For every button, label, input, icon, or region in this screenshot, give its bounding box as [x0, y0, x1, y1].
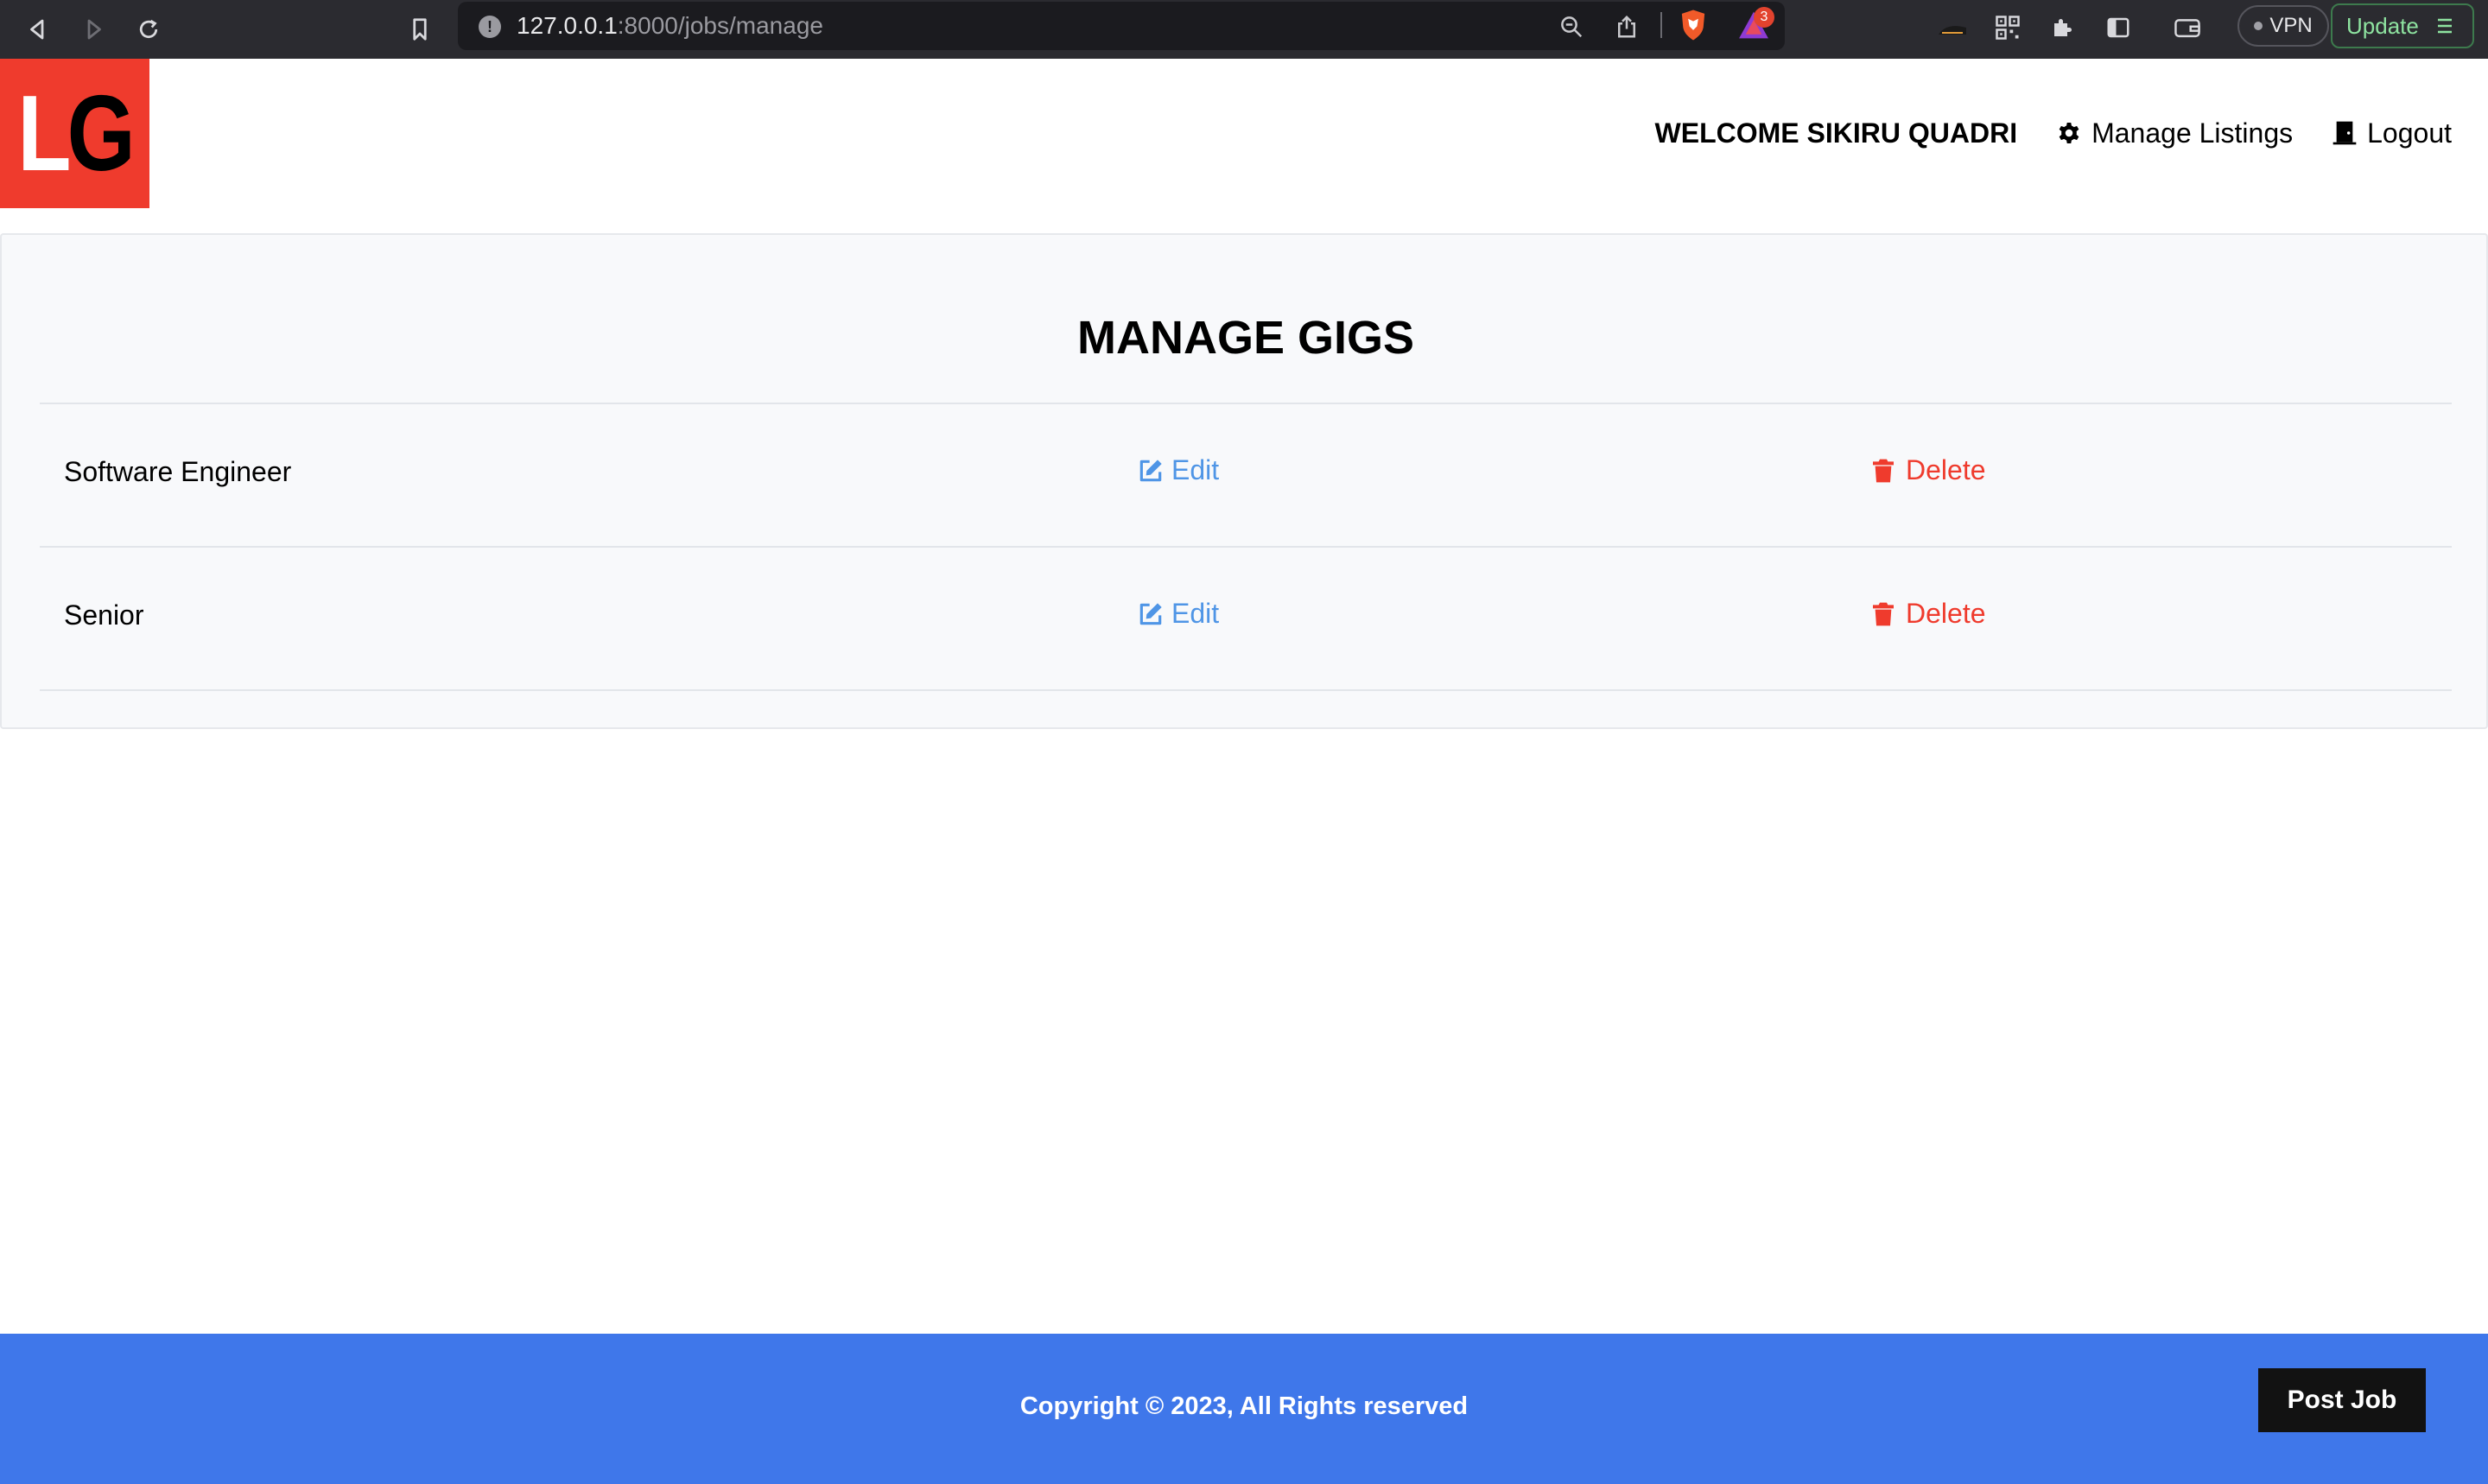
trash-icon: [1873, 602, 1894, 625]
browser-toolbar: ! 127.0.0.1:8000/jobs/manage 3 VPN Updat…: [0, 0, 2488, 59]
extension-icon[interactable]: [1935, 10, 1970, 45]
reload-icon: [139, 19, 158, 39]
delete-gig-link[interactable]: Delete: [1869, 598, 1986, 630]
table-row: Software Engineer Edit Delete: [40, 404, 2452, 548]
edit-gig-link[interactable]: Edit: [1137, 598, 1219, 630]
gig-title[interactable]: Senior: [64, 599, 144, 631]
page-title: MANAGE GIGS: [1076, 312, 1415, 364]
share-icon[interactable]: [1612, 12, 1641, 41]
brave-shields-icon[interactable]: [1678, 9, 1709, 41]
gig-title[interactable]: Software Engineer: [64, 456, 291, 488]
logout-link[interactable]: Logout: [2331, 117, 2452, 149]
site-logo[interactable]: LG: [0, 59, 149, 208]
site-footer: Copyright © 2023, All Rights reserved Po…: [0, 1334, 2488, 1484]
menu-icon: [2437, 18, 2452, 34]
edit-icon: [1139, 459, 1162, 481]
table-row: Senior Edit Delete: [40, 548, 2452, 691]
delete-gig-link[interactable]: Delete: [1869, 454, 1986, 486]
edit-gig-link[interactable]: Edit: [1137, 454, 1219, 486]
logo-text: LG: [17, 73, 136, 193]
rewards-count-badge: 3: [1754, 7, 1774, 28]
bookmark-button[interactable]: [403, 12, 437, 47]
update-button[interactable]: Update: [2331, 3, 2474, 48]
zoom-icon[interactable]: [1557, 12, 1586, 41]
forward-button[interactable]: [76, 12, 111, 47]
address-bar[interactable]: ! 127.0.0.1:8000/jobs/manage: [458, 2, 1785, 50]
gear-icon: [2059, 123, 2079, 143]
vpn-button[interactable]: VPN: [2237, 5, 2329, 47]
door-icon: [2332, 121, 2357, 145]
bookmark-icon: [413, 18, 427, 41]
sidebar-toggle-icon[interactable]: [2101, 10, 2136, 45]
toolbar-divider: [1660, 12, 1662, 38]
trash-icon: [1873, 459, 1894, 482]
url-text: 127.0.0.1:8000/jobs/manage: [517, 12, 823, 39]
gigs-table: Software Engineer Edit Delete Senior Edi…: [40, 403, 2452, 691]
copyright-text: Copyright © 2023, All Rights reserved: [1019, 1392, 1469, 1420]
manage-listings-label: Manage Listings: [2091, 117, 2294, 149]
top-navigation: WELCOME SIKIRU QUADRI Manage Listings Lo…: [1655, 111, 2452, 155]
reload-button[interactable]: [131, 12, 166, 47]
delete-label: Delete: [1906, 454, 1986, 485]
manage-gigs-panel: MANAGE GIGS Software Engineer Edit Delet…: [0, 233, 2488, 729]
vpn-status-dot: [2254, 22, 2263, 30]
extensions-puzzle-icon[interactable]: [2046, 10, 2080, 45]
delete-label: Delete: [1906, 598, 1986, 629]
vpn-label: VPN: [2269, 14, 2313, 37]
wallet-icon[interactable]: [2170, 10, 2205, 45]
back-button[interactable]: [21, 12, 55, 47]
qr-code-icon[interactable]: [1990, 10, 2025, 45]
manage-listings-link[interactable]: Manage Listings: [2055, 117, 2293, 149]
update-label: Update: [2346, 12, 2419, 39]
edit-label: Edit: [1171, 598, 1220, 629]
edit-label: Edit: [1171, 454, 1220, 485]
post-job-button[interactable]: Post Job: [2258, 1368, 2426, 1432]
edit-icon: [1139, 602, 1162, 625]
back-arrow-icon: [30, 19, 44, 40]
logout-label: Logout: [2367, 117, 2452, 149]
site-info-icon[interactable]: !: [479, 16, 501, 38]
welcome-text: WELCOME SIKIRU QUADRI: [1654, 117, 2018, 149]
forward-arrow-icon: [87, 19, 101, 40]
